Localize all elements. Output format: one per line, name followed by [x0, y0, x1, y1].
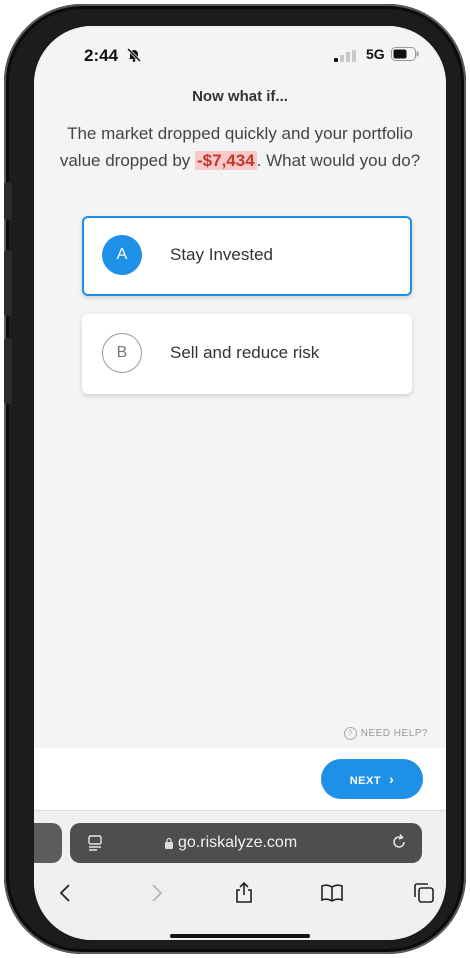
chevron-right-icon: ›: [389, 771, 395, 787]
status-time: 2:44: [84, 46, 119, 65]
browser-toolbar: go.riskalyze.com: [34, 810, 446, 940]
question-heading: Now what if...: [192, 88, 288, 105]
back-icon[interactable]: [54, 881, 78, 905]
screen: 2:44 5G Now what if... The market droppe…: [34, 26, 446, 940]
address-bar[interactable]: go.riskalyze.com: [70, 823, 422, 863]
option-a-label: Stay Invested: [170, 245, 274, 264]
share-icon[interactable]: [232, 881, 256, 905]
mute-switch: [4, 182, 12, 220]
phone-frame: 2:44 5G Now what if... The market droppe…: [4, 4, 466, 954]
url-text: go.riskalyze.com: [178, 834, 298, 851]
browser-nav-row: [34, 871, 446, 911]
option-b-card[interactable]: B Sell and reduce risk: [82, 314, 412, 394]
bell-slash-icon: [126, 47, 142, 63]
bottom-action-bar: NEXT ›: [34, 748, 446, 810]
forward-icon[interactable]: [144, 881, 168, 905]
need-help-link[interactable]: ? NEED HELP?: [343, 727, 428, 740]
option-a-card[interactable]: A Stay Invested: [82, 216, 412, 296]
tabs-icon[interactable]: [412, 881, 436, 905]
question-circle-icon: ?: [343, 727, 357, 740]
previous-tab-peek[interactable]: [34, 823, 62, 863]
next-label: NEXT: [349, 775, 382, 787]
bookmarks-icon[interactable]: [320, 881, 344, 905]
battery-icon: [391, 47, 419, 61]
next-button[interactable]: NEXT ›: [321, 759, 423, 799]
volume-up-button: [4, 250, 12, 316]
option-b-letter: B: [102, 333, 142, 373]
signal-icon: [334, 50, 356, 62]
volume-down-button: [4, 338, 12, 404]
lock-icon: [165, 837, 173, 849]
network-type: 5G: [366, 46, 385, 62]
quiz-content: Now what if... The market dropped quickl…: [34, 88, 446, 748]
option-b-label: Sell and reduce risk: [170, 343, 320, 362]
need-help-label: NEED HELP?: [360, 728, 428, 740]
loss-amount: -$7,434: [195, 151, 257, 170]
question-text: The market dropped quickly and your port…: [50, 120, 430, 174]
page-menu-icon[interactable]: [88, 835, 102, 851]
status-bar: 2:44 5G: [34, 26, 446, 88]
home-indicator: [170, 934, 310, 938]
option-a-letter: A: [102, 235, 142, 275]
reload-icon[interactable]: [390, 833, 408, 851]
question-text-after: . What would you do?: [256, 151, 421, 170]
